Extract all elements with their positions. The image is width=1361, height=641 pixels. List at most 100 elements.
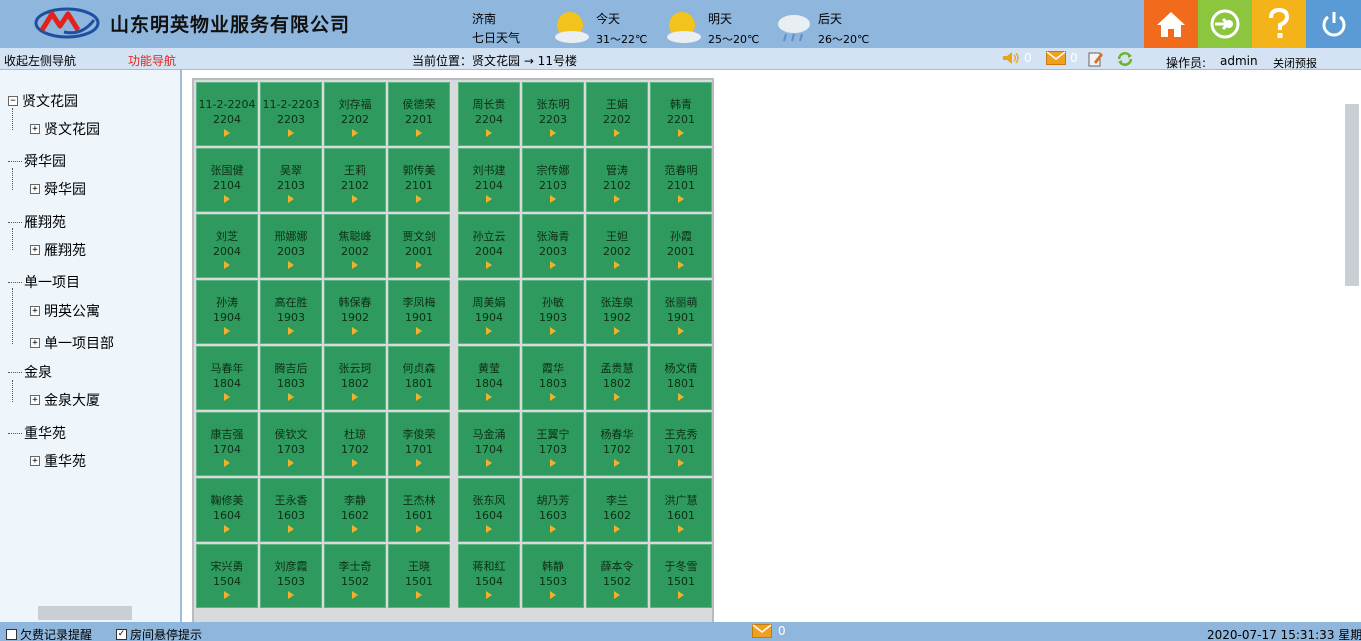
edit-icon[interactable] <box>1088 51 1104 67</box>
room-cell[interactable]: 霞华 1803 <box>522 346 584 410</box>
room-cell[interactable]: 孟贵慧 1802 <box>586 346 648 410</box>
room-cell[interactable]: 王娟 2202 <box>586 82 648 146</box>
room-cell[interactable]: 王克秀 1701 <box>650 412 712 476</box>
play-arrow-icon[interactable] <box>288 525 294 533</box>
play-arrow-icon[interactable] <box>224 129 230 137</box>
room-cell[interactable]: 杜琼 1702 <box>324 412 386 476</box>
tree-child-shunhua[interactable]: + 舜华园 <box>30 179 86 199</box>
play-arrow-icon[interactable] <box>224 195 230 203</box>
play-arrow-icon[interactable] <box>550 327 556 335</box>
play-arrow-icon[interactable] <box>416 195 422 203</box>
room-cell[interactable]: 王翼宁 1703 <box>522 412 584 476</box>
room-cell[interactable]: 薛本令 1502 <box>586 544 648 608</box>
play-arrow-icon[interactable] <box>614 525 620 533</box>
tree-node-jinquan[interactable]: 金泉 <box>8 362 52 382</box>
tree-node-yanxiang[interactable]: 雁翔苑 <box>8 212 66 232</box>
play-arrow-icon[interactable] <box>550 129 556 137</box>
room-cell[interactable]: 孙霞 2001 <box>650 214 712 278</box>
checkbox-unchecked[interactable] <box>6 629 17 640</box>
room-cell[interactable]: 张东明 2203 <box>522 82 584 146</box>
tree-node-xianwen[interactable]: − 贤文花园 <box>8 91 78 111</box>
sidebar-horizontal-scrollbar[interactable] <box>38 606 132 620</box>
refresh-icon[interactable] <box>1116 51 1134 67</box>
tree-child-mingying-apartment[interactable]: + 明英公寓 <box>30 301 100 321</box>
play-arrow-icon[interactable] <box>678 129 684 137</box>
close-forecast-link[interactable]: 关闭预报 <box>1273 55 1317 71</box>
room-cell[interactable]: 张国健 2104 <box>196 148 258 212</box>
room-cell[interactable]: 马金涌 1704 <box>458 412 520 476</box>
play-arrow-icon[interactable] <box>486 327 492 335</box>
play-arrow-icon[interactable] <box>288 591 294 599</box>
room-cell[interactable]: 刘存福 2202 <box>324 82 386 146</box>
tree-node-chonghua[interactable]: 重华苑 <box>8 423 66 443</box>
play-arrow-icon[interactable] <box>416 525 422 533</box>
play-arrow-icon[interactable] <box>614 393 620 401</box>
play-arrow-icon[interactable] <box>224 327 230 335</box>
room-cell[interactable]: 韩静 1503 <box>522 544 584 608</box>
room-cell[interactable]: 何贞森 1801 <box>388 346 450 410</box>
play-arrow-icon[interactable] <box>416 261 422 269</box>
tree-child-chonghua[interactable]: + 重华苑 <box>30 451 86 471</box>
room-cell[interactable]: 11-2-2204 2204 <box>196 82 258 146</box>
expand-icon[interactable]: + <box>30 338 40 348</box>
play-arrow-icon[interactable] <box>486 525 492 533</box>
room-cell[interactable]: 胡乃芳 1603 <box>522 478 584 542</box>
room-cell[interactable]: 贾文剑 2001 <box>388 214 450 278</box>
play-arrow-icon[interactable] <box>614 261 620 269</box>
room-cell[interactable]: 张东风 1604 <box>458 478 520 542</box>
tree-child-jinquan[interactable]: + 金泉大厦 <box>30 390 100 410</box>
room-cell[interactable]: 郭传美 2101 <box>388 148 450 212</box>
help-button[interactable] <box>1252 0 1306 48</box>
room-cell[interactable]: 焦聪峰 2002 <box>324 214 386 278</box>
home-button[interactable] <box>1144 0 1198 48</box>
room-cell[interactable]: 杨春华 1702 <box>586 412 648 476</box>
room-cell[interactable]: 张丽萌 1901 <box>650 280 712 344</box>
room-cell[interactable]: 王妲 2002 <box>586 214 648 278</box>
play-arrow-icon[interactable] <box>678 591 684 599</box>
room-cell[interactable]: 王杰林 1601 <box>388 478 450 542</box>
room-cell[interactable]: 李凤梅 1901 <box>388 280 450 344</box>
tree-node-shunhua[interactable]: 舜华园 <box>8 151 66 171</box>
room-cell[interactable]: 王莉 2102 <box>324 148 386 212</box>
room-cell[interactable]: 刘书建 2104 <box>458 148 520 212</box>
room-cell[interactable]: 李兰 1602 <box>586 478 648 542</box>
play-arrow-icon[interactable] <box>224 591 230 599</box>
play-arrow-icon[interactable] <box>288 195 294 203</box>
room-cell[interactable]: 周美娟 1904 <box>458 280 520 344</box>
room-cell[interactable]: 洪广慧 1601 <box>650 478 712 542</box>
room-cell[interactable]: 李静 1602 <box>324 478 386 542</box>
room-cell[interactable]: 张连泉 1902 <box>586 280 648 344</box>
room-cell[interactable]: 孙敏 1903 <box>522 280 584 344</box>
play-arrow-icon[interactable] <box>352 195 358 203</box>
play-arrow-icon[interactable] <box>352 525 358 533</box>
weather-seven-day-link[interactable]: 七日天气 <box>472 29 520 48</box>
play-arrow-icon[interactable] <box>550 195 556 203</box>
room-cell[interactable]: 高在胜 1903 <box>260 280 322 344</box>
room-cell[interactable]: 马春年 1804 <box>196 346 258 410</box>
play-arrow-icon[interactable] <box>678 459 684 467</box>
sound-indicator[interactable]: 0 <box>1002 51 1032 65</box>
play-arrow-icon[interactable] <box>678 327 684 335</box>
play-arrow-icon[interactable] <box>352 459 358 467</box>
room-cell[interactable]: 侯钦文 1703 <box>260 412 322 476</box>
expand-icon[interactable]: + <box>30 306 40 316</box>
room-cell[interactable]: 宋兴勇 1504 <box>196 544 258 608</box>
play-arrow-icon[interactable] <box>678 261 684 269</box>
room-cell[interactable]: 宗传娜 2103 <box>522 148 584 212</box>
room-cell[interactable]: 管涛 2102 <box>586 148 648 212</box>
expand-icon[interactable]: + <box>30 124 40 134</box>
play-arrow-icon[interactable] <box>352 261 358 269</box>
room-cell[interactable]: 范春明 2101 <box>650 148 712 212</box>
room-cell[interactable]: 侯德荣 2201 <box>388 82 450 146</box>
play-arrow-icon[interactable] <box>678 525 684 533</box>
expand-icon[interactable]: + <box>30 395 40 405</box>
expand-icon[interactable]: + <box>30 184 40 194</box>
room-cell[interactable]: 韩青 2201 <box>650 82 712 146</box>
play-arrow-icon[interactable] <box>416 327 422 335</box>
play-arrow-icon[interactable] <box>614 327 620 335</box>
room-cell[interactable]: 黄莹 1804 <box>458 346 520 410</box>
room-cell[interactable]: 邢娜娜 2003 <box>260 214 322 278</box>
play-arrow-icon[interactable] <box>288 327 294 335</box>
play-arrow-icon[interactable] <box>486 261 492 269</box>
play-arrow-icon[interactable] <box>416 129 422 137</box>
